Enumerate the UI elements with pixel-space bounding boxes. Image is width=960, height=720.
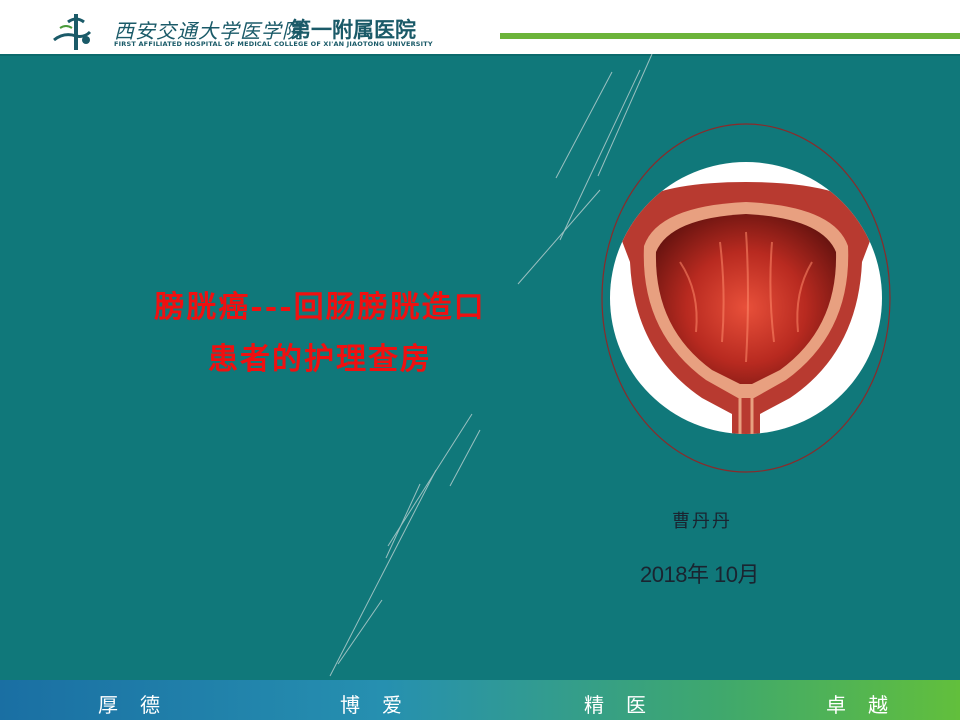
title-line-2: 患者的护理查房 [208, 342, 432, 377]
deco-line [517, 189, 601, 285]
motto-item-1: 厚德 [98, 693, 182, 717]
bladder-illustration [601, 123, 891, 473]
author-name: 曹丹丹 [672, 511, 732, 532]
bladder-image-frame [600, 122, 892, 474]
deco-line [449, 429, 481, 487]
motto-item-2: 博爱 [340, 693, 424, 717]
deco-line [385, 483, 421, 559]
motto-item-4: 卓越 [826, 693, 910, 717]
deco-line [329, 469, 437, 677]
deco-line [337, 599, 383, 665]
slide-title: 膀胱癌---回肠膀胱造口 患者的护理查房 [60, 282, 580, 386]
presentation-date: 2018年 10月 [640, 562, 760, 587]
motto-item-3: 精医 [584, 693, 668, 717]
title-line-1: 膀胱癌---回肠膀胱造口 [154, 290, 486, 325]
